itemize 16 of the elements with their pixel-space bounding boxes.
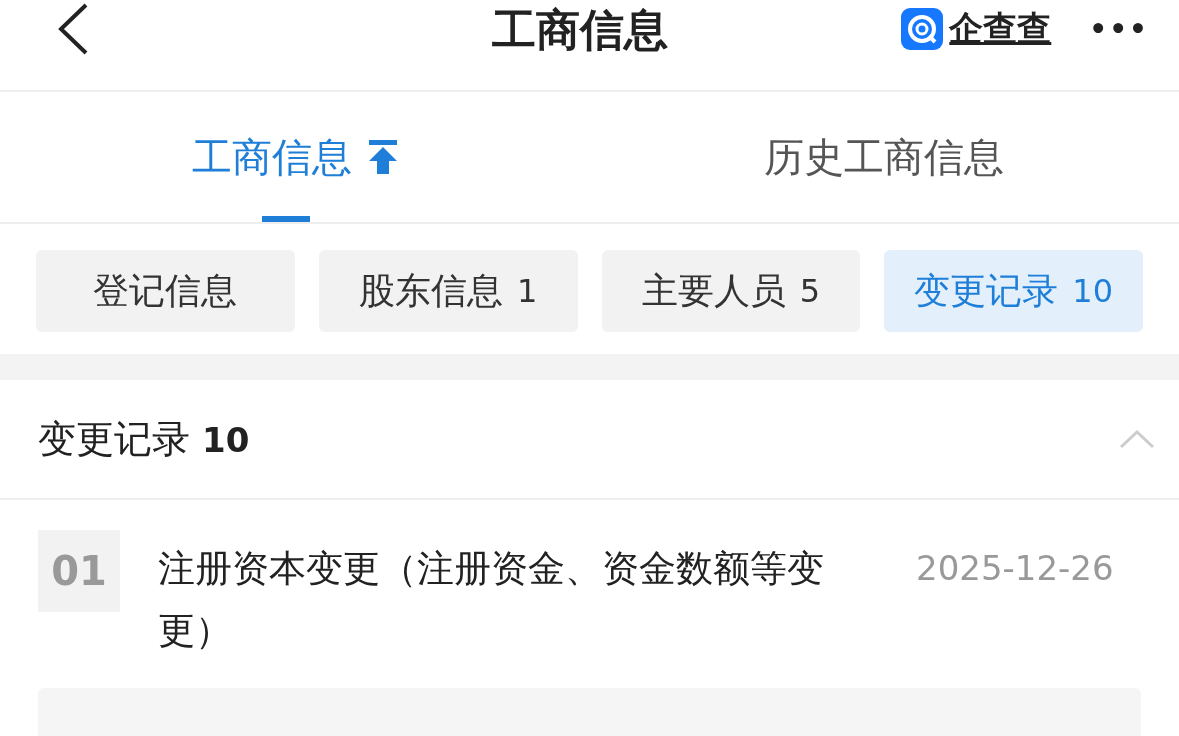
- tab[interactable]: 工商信息: [0, 92, 590, 222]
- record-number: 01: [38, 530, 120, 612]
- back-icon[interactable]: [56, 2, 90, 56]
- page-title: 工商信息: [491, 2, 668, 57]
- filter-chip[interactable]: 主要人员 5: [601, 250, 861, 332]
- filter-chip[interactable]: 股东信息 1: [318, 250, 578, 332]
- brand-name: 企查查: [949, 7, 1052, 50]
- logo-icon: [901, 8, 944, 50]
- tab[interactable]: 历史工商信息: [589, 92, 1179, 222]
- record-title: 注册资本变更（注册资金、资金数额等变更）: [158, 546, 825, 654]
- filter-chip[interactable]: 变更记录 10: [884, 250, 1143, 332]
- more-menu[interactable]: •••: [1089, 12, 1149, 46]
- upload-icon: [367, 140, 398, 174]
- filter-chip[interactable]: 登记信息: [36, 250, 295, 332]
- record-date: 2025-12-26: [916, 548, 1114, 588]
- section-title: 变更记录 10: [38, 415, 250, 463]
